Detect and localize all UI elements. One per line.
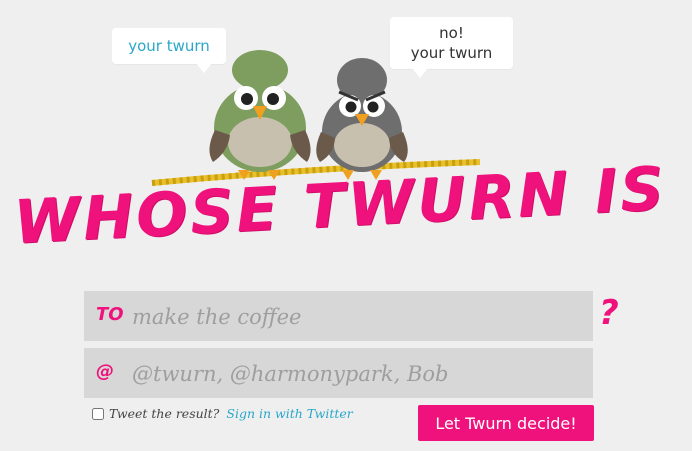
people-field[interactable]: @: [84, 348, 593, 398]
task-prefix-label: TO: [96, 304, 124, 325]
tweet-result-checkbox[interactable]: [92, 407, 104, 420]
speech-bubble-right-line1: no!: [439, 24, 464, 42]
tweet-result-label: Tweet the result?: [109, 406, 220, 421]
question-mark: ?: [599, 293, 619, 333]
sign-in-with-twitter-link[interactable]: Sign in with Twitter: [226, 406, 352, 421]
task-field[interactable]: TO: [84, 291, 593, 341]
let-twurn-decide-button[interactable]: Let Twurn decide!: [418, 405, 594, 441]
people-input[interactable]: [130, 356, 584, 392]
grey-bird-icon: [316, 58, 408, 180]
green-bird-icon: [209, 50, 311, 180]
task-input[interactable]: [130, 299, 584, 335]
at-sign-prefix-label: @: [96, 361, 114, 382]
tweet-option-row: Tweet the result? Sign in with Twitter: [92, 406, 353, 421]
